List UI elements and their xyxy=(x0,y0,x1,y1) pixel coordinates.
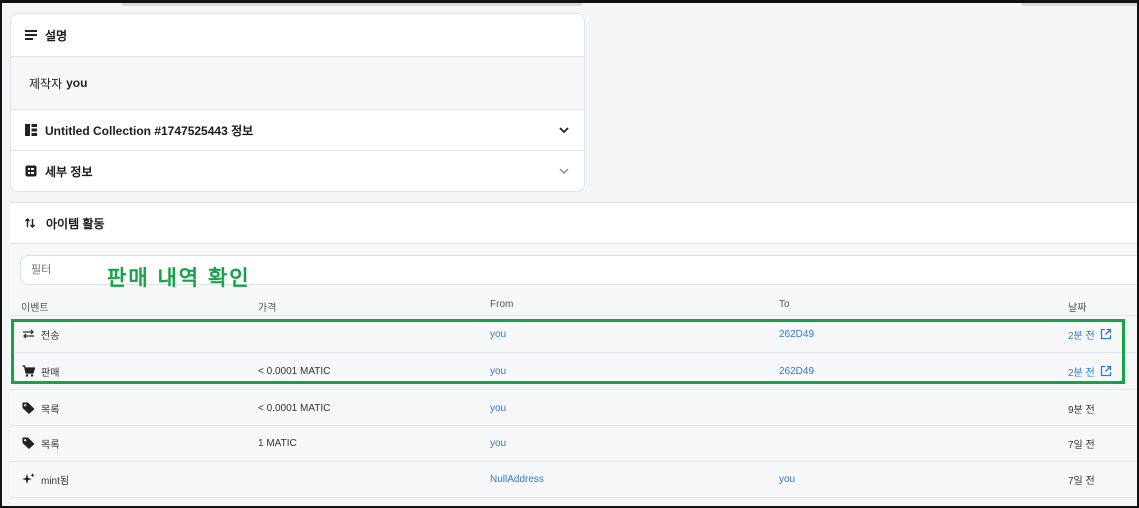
external-link-icon[interactable] xyxy=(1100,328,1112,340)
tag-icon xyxy=(22,402,35,414)
description-header[interactable]: 설명 xyxy=(11,14,584,57)
event-label: 목록 xyxy=(41,404,60,416)
event-label: 목록 xyxy=(41,439,60,451)
to-link[interactable]: 262D49 xyxy=(779,353,814,389)
date-cell: 7일 전 xyxy=(1068,475,1095,487)
column-price: 가격 xyxy=(258,303,277,314)
event-cell: 목록 xyxy=(22,425,59,461)
event-label: 판매 xyxy=(41,367,60,379)
creator-name[interactable]: you xyxy=(66,76,87,90)
table-row: 목록 < 0.0001 MATIC you 9분 전 xyxy=(10,390,1137,426)
event-cell: 목록 xyxy=(22,390,59,426)
page-frame: 설명 제작자 you Untitled Collection #17475254… xyxy=(0,0,1139,508)
item-activity-header[interactable]: 아이템 활동 xyxy=(10,203,1137,244)
tag-icon xyxy=(22,437,35,449)
from-link[interactable]: you xyxy=(490,425,506,461)
to-link[interactable]: you xyxy=(779,461,795,497)
description-panel: 설명 제작자 you Untitled Collection #17475254… xyxy=(10,13,585,192)
sparkle-icon xyxy=(22,473,35,484)
collection-info-icon xyxy=(25,124,37,136)
transfer-icon xyxy=(23,329,34,339)
from-link[interactable]: you xyxy=(490,353,506,389)
event-cell: 판매 xyxy=(22,353,59,389)
details-row[interactable]: 세부 정보 xyxy=(11,151,584,191)
date-cell: 7일 전 xyxy=(1068,439,1095,451)
table-row: 목록 1 MATIC you 7일 전 xyxy=(10,425,1137,461)
from-link[interactable]: NullAddress xyxy=(490,461,544,497)
description-body: 제작자 you xyxy=(11,57,584,110)
collection-info-title: Untitled Collection #1747525443 정보 xyxy=(45,123,254,138)
price-cell: < 0.0001 MATIC xyxy=(258,365,331,377)
top-edge-strip xyxy=(122,3,582,6)
creator-label: 제작자 xyxy=(29,76,63,91)
sales-history-annotation: 판매 내역 확인 xyxy=(107,267,251,290)
chevron-down-icon[interactable] xyxy=(558,165,570,177)
column-from: From xyxy=(490,299,514,310)
to-link[interactable]: 262D49 xyxy=(779,316,814,352)
date-text: 2분 전 xyxy=(1068,367,1095,379)
cart-icon xyxy=(22,365,35,377)
table-divider xyxy=(10,497,1137,498)
date-link[interactable]: 2분 전 xyxy=(1068,353,1112,389)
column-event: 이벤트 xyxy=(21,303,49,314)
column-date: 날짜 xyxy=(1068,303,1087,314)
table-row: mint됨 NullAddress you 7일 전 xyxy=(10,461,1137,497)
external-link-icon[interactable] xyxy=(1100,365,1112,377)
column-to: To xyxy=(779,299,790,310)
event-cell: 전송 xyxy=(22,316,59,352)
price-cell: < 0.0001 MATIC xyxy=(258,402,331,414)
top-edge-strip-right xyxy=(1022,3,1137,6)
event-cell: mint됨 xyxy=(22,461,69,497)
details-title: 세부 정보 xyxy=(45,164,93,179)
description-lines-icon xyxy=(25,30,37,40)
price-cell: 1 MATIC xyxy=(258,437,297,449)
table-row: 전송 you 262D49 2분 전 xyxy=(10,316,1137,352)
from-link[interactable]: you xyxy=(490,316,506,352)
description-title: 설명 xyxy=(45,28,68,43)
event-label: 전송 xyxy=(41,330,60,342)
from-link[interactable]: you xyxy=(490,390,506,426)
item-activity-title: 아이템 활동 xyxy=(46,216,105,231)
collection-info-row[interactable]: Untitled Collection #1747525443 정보 xyxy=(11,110,584,151)
sort-arrows-icon xyxy=(25,218,35,228)
details-icon xyxy=(25,165,37,177)
date-cell: 9분 전 xyxy=(1068,404,1095,416)
chevron-down-icon[interactable] xyxy=(558,124,570,136)
event-label: mint됨 xyxy=(41,475,70,487)
table-row: 판매 < 0.0001 MATIC you 262D49 2분 전 xyxy=(10,353,1137,389)
date-link[interactable]: 2분 전 xyxy=(1068,316,1112,352)
date-text: 2분 전 xyxy=(1068,330,1095,342)
